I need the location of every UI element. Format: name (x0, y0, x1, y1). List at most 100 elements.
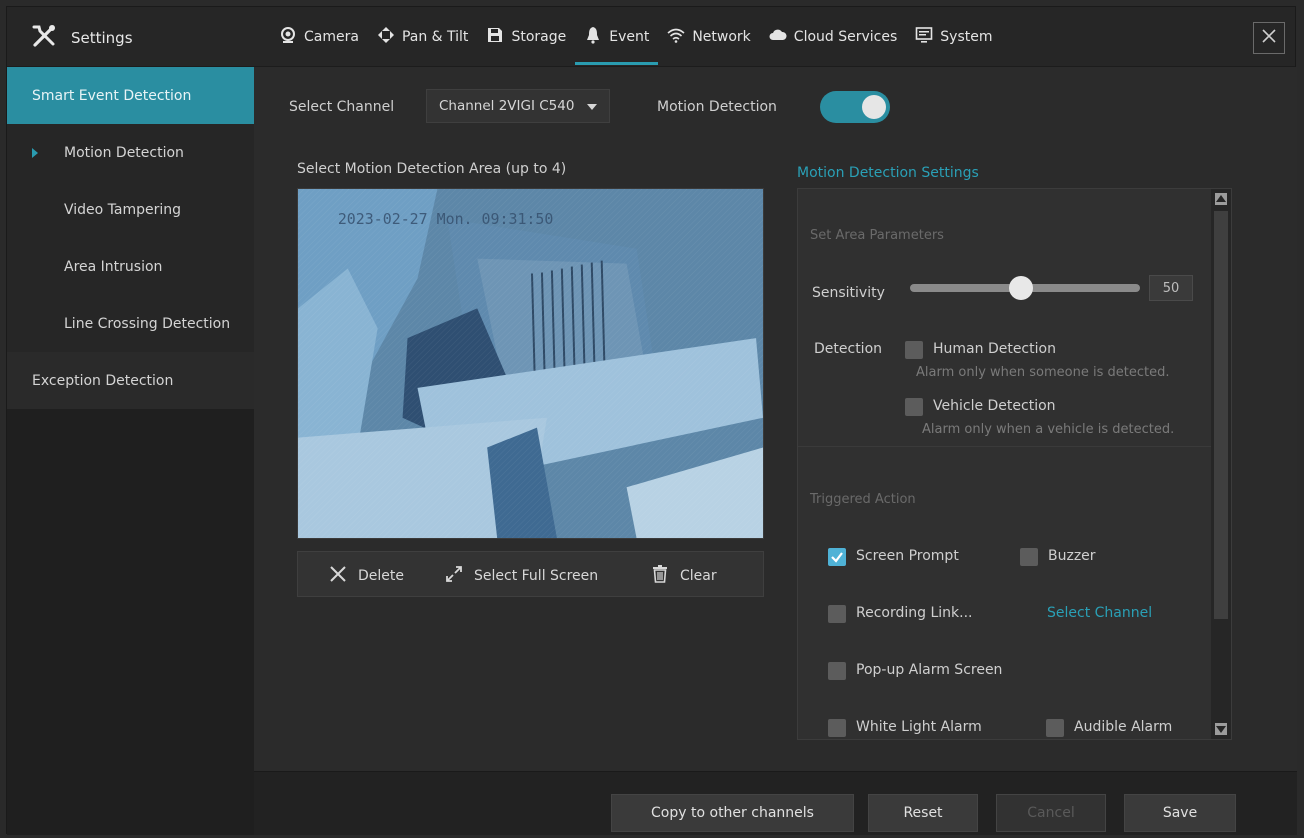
sidebar-item-line-crossing-detection[interactable]: Line Crossing Detection (7, 295, 254, 352)
app-title: Settings (71, 29, 133, 47)
bell-icon (584, 26, 602, 48)
tab-pan-tilt[interactable]: Pan & Tilt (368, 7, 477, 67)
clear-button[interactable]: Clear (650, 564, 717, 588)
tab-storage[interactable]: Storage (477, 7, 575, 67)
save-button[interactable]: Save (1124, 794, 1236, 832)
motion-detection-toggle[interactable] (820, 91, 890, 123)
select-channel-link[interactable]: Select Channel (1047, 605, 1152, 621)
sensitivity-label: Sensitivity (812, 285, 885, 301)
screen-prompt-label: Screen Prompt (856, 548, 959, 564)
vehicle-detection-hint: Alarm only when a vehicle is detected. (922, 422, 1175, 437)
sidebar-item-motion-detection[interactable]: Motion Detection (7, 124, 254, 181)
popup-alarm-checkbox[interactable] (828, 662, 846, 680)
settings-scroll-content: Set Area Parameters Sensitivity 50 Detec… (798, 189, 1213, 739)
human-detection-label: Human Detection (933, 341, 1056, 357)
arrow-down-icon (1216, 726, 1226, 733)
caret-right-icon (32, 148, 38, 158)
main-content: Select Channel Channel 2VIGI C540 Motion… (254, 67, 1297, 771)
copy-to-other-channels-button[interactable]: Copy to other channels (611, 794, 854, 832)
full-screen-label: Select Full Screen (474, 568, 599, 584)
trash-icon (650, 564, 670, 588)
area-toolbar: Delete Select Full Screen Clear (297, 551, 764, 597)
select-channel-label: Select Channel (289, 99, 395, 115)
channel-select-value: Channel 2VIGI C540 (439, 98, 575, 114)
sidebar-item-label: Motion Detection (64, 144, 184, 161)
tab-cloud-services[interactable]: Cloud Services (760, 7, 906, 67)
sidebar-item-area-intrusion[interactable]: Area Intrusion (7, 238, 254, 295)
toggle-knob (862, 95, 886, 119)
human-detection-checkbox[interactable] (905, 341, 923, 359)
expand-arrows-icon (444, 564, 464, 588)
white-light-alarm-label: White Light Alarm (856, 719, 982, 735)
vehicle-detection-checkbox[interactable] (905, 398, 923, 416)
settings-brand: Settings (31, 23, 133, 53)
floppy-disk-icon (486, 26, 504, 48)
chevron-down-icon (587, 104, 597, 110)
delete-label: Delete (358, 568, 404, 584)
settings-scrollbar[interactable] (1211, 189, 1231, 739)
sidebar-item-label: Smart Event Detection (32, 87, 192, 104)
area-label: Select Motion Detection Area (up to 4) (297, 161, 567, 177)
sidebar-item-label: Area Intrusion (64, 258, 163, 275)
tab-system[interactable]: System (906, 7, 1001, 67)
video-preview[interactable]: 2023-02-27 Mon. 09:31:50 (297, 188, 764, 539)
scroll-up-button[interactable] (1215, 193, 1227, 205)
audible-alarm-label: Audible Alarm (1074, 719, 1173, 735)
tab-label: Storage (511, 29, 567, 45)
scrollbar-thumb[interactable] (1214, 211, 1228, 619)
top-nav-bar: Settings Camera Pan & Tilt Storage Event (7, 7, 1295, 67)
detection-label: Detection (814, 341, 883, 357)
audible-alarm-checkbox[interactable] (1046, 719, 1064, 737)
reset-button[interactable]: Reset (868, 794, 978, 832)
sidebar-item-exception-detection[interactable]: Exception Detection (7, 352, 254, 409)
sidebar-item-label: Line Crossing Detection (64, 315, 231, 332)
screen-prompt-checkbox[interactable] (828, 548, 846, 566)
close-icon (1261, 28, 1277, 48)
sidebar-item-video-tampering[interactable]: Video Tampering (7, 181, 254, 238)
delete-button[interactable]: Delete (328, 564, 404, 588)
motion-settings-title: Motion Detection Settings (797, 165, 979, 181)
buzzer-checkbox[interactable] (1020, 548, 1038, 566)
human-detection-hint: Alarm only when someone is detected. (916, 365, 1170, 380)
monitor-icon (915, 26, 933, 48)
tools-icon (31, 23, 57, 53)
area-params-heading: Set Area Parameters (810, 228, 944, 243)
motion-detection-label: Motion Detection (657, 99, 777, 115)
select-full-screen-button[interactable]: Select Full Screen (444, 564, 598, 588)
vehicle-detection-label: Vehicle Detection (933, 398, 1056, 414)
clear-label: Clear (680, 568, 717, 584)
sensitivity-value-input[interactable]: 50 (1149, 275, 1193, 301)
tab-event[interactable]: Event (575, 7, 659, 67)
sidebar-item-smart-event-detection[interactable]: Smart Event Detection (7, 67, 254, 124)
cancel-button[interactable]: Cancel (996, 794, 1106, 832)
tab-label: Event (609, 29, 650, 45)
video-timestamp: 2023-02-27 Mon. 09:31:50 (338, 210, 554, 228)
camera-lens-icon (279, 26, 297, 48)
tab-label: System (940, 29, 993, 45)
tab-label: Pan & Tilt (401, 29, 469, 45)
tab-network[interactable]: Network (658, 7, 759, 67)
scroll-down-button[interactable] (1215, 723, 1227, 735)
triggered-action-heading: Triggered Action (810, 492, 916, 507)
close-button[interactable] (1253, 22, 1285, 54)
tab-camera[interactable]: Camera (270, 7, 368, 67)
wifi-icon (667, 26, 685, 48)
channel-select[interactable]: Channel 2VIGI C540 (426, 89, 610, 123)
settings-window: Settings Camera Pan & Tilt Storage Event (6, 6, 1297, 835)
tab-label: Camera (304, 29, 359, 45)
x-icon (328, 564, 348, 588)
sensitivity-slider-handle[interactable] (1009, 276, 1033, 300)
pan-tilt-arrows-icon (377, 26, 395, 48)
sidebar: Smart Event Detection Motion Detection V… (7, 67, 254, 835)
check-icon (831, 552, 843, 563)
white-light-alarm-checkbox[interactable] (828, 719, 846, 737)
camera-feed-image: 2023-02-27 Mon. 09:31:50 (298, 189, 763, 538)
sidebar-item-label: Video Tampering (64, 201, 182, 218)
section-divider (798, 446, 1213, 447)
recording-link-checkbox[interactable] (828, 605, 846, 623)
footer-bar: Copy to other channels Reset Cancel Save (254, 771, 1297, 835)
main-tabs: Camera Pan & Tilt Storage Event Network … (270, 7, 1002, 67)
popup-alarm-label: Pop-up Alarm Screen (856, 662, 1003, 678)
tab-label: Network (692, 29, 751, 45)
sidebar-item-label: Exception Detection (32, 372, 174, 389)
